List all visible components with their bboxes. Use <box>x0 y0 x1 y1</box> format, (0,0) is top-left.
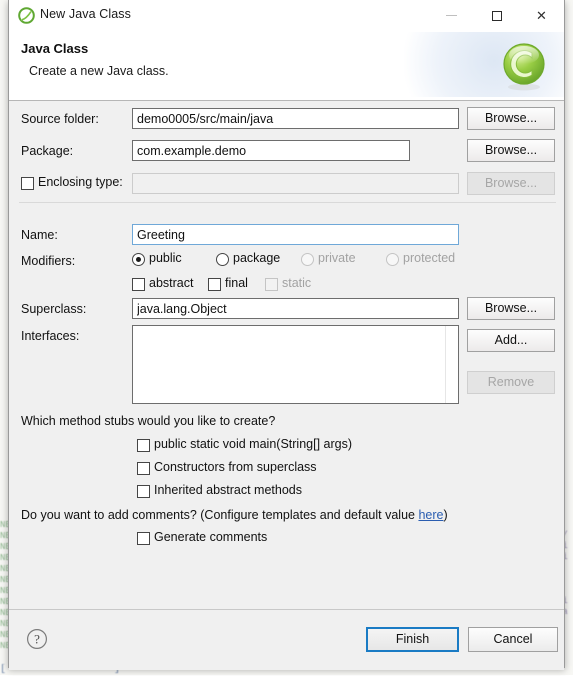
maximize-icon <box>491 10 502 21</box>
minimize-button[interactable] <box>429 0 474 31</box>
interfaces-label: Interfaces: <box>21 329 80 343</box>
modifier-radio-private-label: private <box>318 251 356 265</box>
modifier-radio-package-label: package <box>233 251 281 265</box>
generate-comments-checkbox[interactable] <box>137 532 150 545</box>
page-subtitle: Create a new Java class. <box>29 64 169 78</box>
modifier-radio-package[interactable] <box>216 253 229 266</box>
window-title: New Java Class <box>40 7 132 21</box>
modifier-radio-protected-label: protected <box>403 251 456 265</box>
enclosing-type-browse-button: Browse... <box>467 172 555 195</box>
comments-question: Do you want to add comments? (Configure … <box>21 508 448 522</box>
interfaces-listbox[interactable] <box>132 325 459 404</box>
stub-checkbox-inherited-label: Inherited abstract methods <box>154 483 302 497</box>
section-divider-1 <box>19 202 556 203</box>
source-folder-input[interactable] <box>132 108 459 129</box>
stub-checkbox-main[interactable] <box>137 439 150 452</box>
package-input[interactable] <box>132 140 410 161</box>
package-browse-button[interactable]: Browse... <box>467 139 555 162</box>
name-label: Name: <box>21 228 58 242</box>
modifier-radio-public-label: public <box>149 251 182 265</box>
name-input[interactable] <box>132 224 459 245</box>
stub-checkbox-main-label: public static void main(String[] args) <box>154 437 352 451</box>
interfaces-scrollbar[interactable] <box>445 326 458 403</box>
svg-text:?: ? <box>34 632 40 647</box>
package-label: Package: <box>21 144 74 158</box>
eclipse-icon <box>18 7 35 24</box>
modifier-checkbox-final[interactable] <box>208 278 221 291</box>
modifier-checkbox-abstract-label: abstract <box>149 276 194 290</box>
new-java-class-dialog: New Java Class ✕ Java Class Create a new… <box>8 0 565 670</box>
method-stubs-question: Which method stubs would you like to cre… <box>21 414 276 428</box>
source-folder-label: Source folder: <box>21 112 99 126</box>
maximize-button[interactable] <box>474 0 519 31</box>
minimize-icon <box>446 15 457 16</box>
modifier-radio-protected <box>386 253 399 266</box>
enclosing-type-checkbox[interactable] <box>21 177 34 190</box>
modifiers-label: Modifiers: <box>21 254 76 268</box>
modifier-checkbox-abstract[interactable] <box>132 278 145 291</box>
cancel-button[interactable]: Cancel <box>468 627 558 652</box>
modifier-checkbox-final-label: final <box>225 276 248 290</box>
comments-question-suffix: ) <box>443 508 448 522</box>
enclosing-type-input <box>132 173 459 194</box>
dialog-footer: ? Finish Cancel <box>9 609 564 670</box>
close-icon: ✕ <box>536 8 547 23</box>
superclass-input[interactable] <box>132 298 459 319</box>
configure-templates-link[interactable]: here <box>418 508 443 522</box>
modifier-radio-public[interactable] <box>132 253 145 266</box>
help-question-icon[interactable]: ? <box>26 628 48 650</box>
page-title: Java Class <box>21 41 89 56</box>
superclass-label: Superclass: <box>21 302 87 316</box>
finish-button[interactable]: Finish <box>366 627 459 652</box>
modifier-checkbox-static-label: static <box>282 276 312 290</box>
interfaces-add-button[interactable]: Add... <box>467 329 555 352</box>
eclipse-logo <box>498 40 550 92</box>
dialog-body: Source folder: Browse... Package: Browse… <box>9 101 564 609</box>
modifier-radio-private <box>301 253 314 266</box>
generate-comments-label: Generate comments <box>154 530 268 544</box>
close-button[interactable]: ✕ <box>519 0 564 31</box>
stub-checkbox-constructors-label: Constructors from superclass <box>154 460 317 474</box>
source-folder-browse-button[interactable]: Browse... <box>467 107 555 130</box>
dialog-header: Java Class Create a new Java class. <box>9 32 564 101</box>
comments-question-prefix: Do you want to add comments? (Configure … <box>21 508 419 522</box>
stub-checkbox-constructors[interactable] <box>137 462 150 475</box>
stub-checkbox-inherited[interactable] <box>137 485 150 498</box>
modifier-checkbox-static <box>265 278 278 291</box>
enclosing-type-label: Enclosing type: <box>38 175 123 189</box>
title-bar: New Java Class ✕ <box>9 0 564 32</box>
superclass-browse-button[interactable]: Browse... <box>467 297 555 320</box>
interfaces-remove-button: Remove <box>467 371 555 394</box>
